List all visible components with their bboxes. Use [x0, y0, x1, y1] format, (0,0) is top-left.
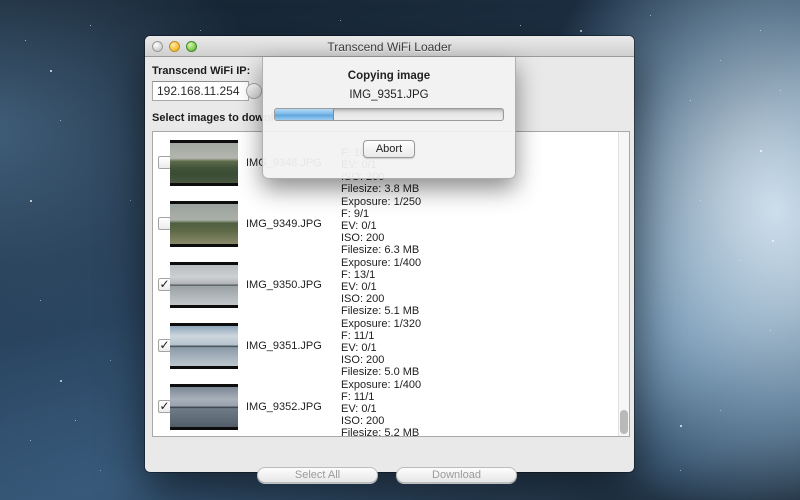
exif-line: EV: 0/1 [341, 403, 421, 415]
image-thumbnail [170, 140, 238, 186]
exif-line: Exposure: 1/400 [341, 257, 421, 269]
exif-line: Exposure: 1/250 [341, 196, 421, 208]
thumbnail-photo [170, 204, 238, 244]
thumbnail-photo [170, 265, 238, 305]
exif-line: F: 11/1 [341, 330, 421, 342]
exif-line: F: 13/1 [341, 269, 421, 281]
image-filename: IMG_9351.JPG [246, 340, 322, 352]
ip-input[interactable] [152, 81, 249, 101]
abort-button[interactable]: Abort [363, 140, 415, 158]
progress-bar-fill [275, 109, 334, 120]
image-thumbnail [170, 201, 238, 247]
exif-line: F: 9/1 [341, 208, 421, 220]
exif-line: EV: 0/1 [341, 281, 421, 293]
list-item: IMG_9349.JPG Exposure: 1/250F: 9/1EV: 0/1… [153, 193, 629, 254]
copy-progress-dialog: Copying image IMG_9351.JPG Abort [262, 57, 516, 179]
exif-line: EV: 0/1 [341, 342, 421, 354]
download-button[interactable]: Download [396, 467, 517, 483]
starfield-bright [0, 0, 2, 2]
image-filename: IMG_9349.JPG [246, 218, 322, 230]
exif-line: ISO: 200 [341, 293, 421, 305]
thumbnail-photo [170, 143, 238, 183]
ip-label: Transcend WiFi IP: [152, 65, 250, 77]
thumbnail-photo [170, 326, 238, 366]
exif-line: ISO: 200 [341, 415, 421, 427]
exif-line: Filesize: 5.2 MB [341, 427, 421, 437]
desktop: Transcend WiFi Loader Transcend WiFi IP:… [0, 0, 800, 500]
list-item: ✓IMG_9351.JPGExposure: 1/320F: 11/1EV: 0… [153, 315, 629, 376]
exif-line: ISO: 200 [341, 354, 421, 366]
exif-line: ISO: 200 [341, 232, 421, 244]
image-thumbnail [170, 384, 238, 430]
image-thumbnail [170, 323, 238, 369]
image-exif: Exposure: 1/250F: 9/1EV: 0/1ISO: 200File… [341, 196, 421, 256]
exif-line: Exposure: 1/320 [341, 318, 421, 330]
exif-line: EV: 0/1 [341, 220, 421, 232]
dialog-filename: IMG_9351.JPG [263, 89, 515, 101]
exif-line: Exposure: 1/400 [341, 379, 421, 391]
thumbnail-photo [170, 387, 238, 427]
scrollbar-track[interactable] [618, 132, 629, 436]
image-exif: Exposure: 1/400F: 11/1EV: 0/1ISO: 200Fil… [341, 379, 421, 437]
image-filename: IMG_9350.JPG [246, 279, 322, 291]
list-item: ✓IMG_9352.JPGExposure: 1/400F: 11/1EV: 0… [153, 376, 629, 437]
image-thumbnail [170, 262, 238, 308]
scrollbar-thumb[interactable] [620, 410, 628, 434]
image-exif: Exposure: 1/400F: 13/1EV: 0/1ISO: 200Fil… [341, 257, 421, 317]
select-all-button[interactable]: Select All [257, 467, 378, 483]
reload-button[interactable] [246, 83, 262, 99]
title-bar[interactable]: Transcend WiFi Loader [145, 36, 634, 57]
progress-bar [274, 108, 504, 121]
exif-line: F: 11/1 [341, 391, 421, 403]
dialog-title: Copying image [263, 70, 515, 82]
list-item: ✓IMG_9350.JPGExposure: 1/400F: 13/1EV: 0… [153, 254, 629, 315]
window-title: Transcend WiFi Loader [145, 40, 634, 54]
image-exif: Exposure: 1/320F: 11/1EV: 0/1ISO: 200Fil… [341, 318, 421, 378]
image-filename: IMG_9352.JPG [246, 401, 322, 413]
